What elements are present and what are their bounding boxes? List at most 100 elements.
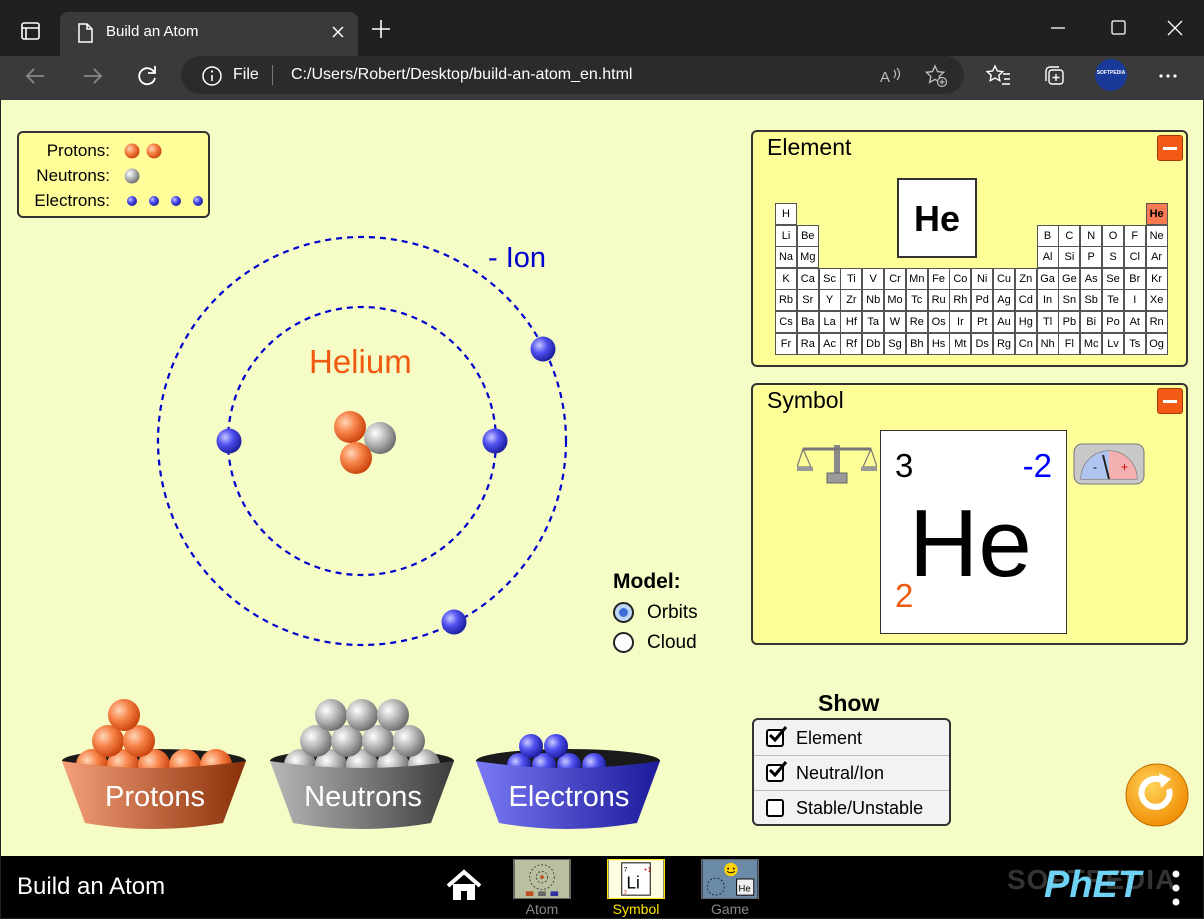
periodic-table-cell[interactable]: Rg <box>993 332 1015 355</box>
periodic-table-cell[interactable]: Ni <box>971 267 994 290</box>
periodic-table-cell[interactable]: K <box>775 267 797 290</box>
periodic-table-cell[interactable]: Pb <box>1058 311 1081 333</box>
periodic-table-cell[interactable]: Os <box>927 311 950 333</box>
periodic-table-cell[interactable]: Mo <box>884 289 906 312</box>
periodic-table-cell[interactable]: Rb <box>775 289 797 312</box>
periodic-table-cell[interactable]: La <box>818 311 841 333</box>
periodic-table-cell[interactable]: Be <box>796 224 819 247</box>
periodic-table-cell[interactable]: Re <box>905 311 928 333</box>
periodic-table-cell[interactable]: Ar <box>1145 246 1168 269</box>
periodic-table-cell[interactable]: Pd <box>971 289 994 312</box>
periodic-table-cell[interactable]: Og <box>1145 332 1168 355</box>
periodic-table-cell[interactable]: Kr <box>1145 267 1168 290</box>
periodic-table-cell[interactable]: Fl <box>1058 332 1081 355</box>
periodic-table-cell[interactable]: Cd <box>1014 289 1037 312</box>
nucleus-proton[interactable] <box>340 442 372 474</box>
periodic-table-cell[interactable]: Fe <box>927 267 950 290</box>
periodic-table-cell[interactable]: Nh <box>1036 332 1059 355</box>
periodic-table-cell[interactable]: In <box>1036 289 1059 312</box>
periodic-table-cell[interactable]: Db <box>862 332 885 355</box>
periodic-table-cell[interactable]: Mc <box>1080 332 1103 355</box>
phet-menu-icon[interactable] <box>1169 868 1183 908</box>
periodic-table-cell[interactable]: Cs <box>775 311 797 333</box>
periodic-table-cell[interactable]: Ag <box>993 289 1015 312</box>
periodic-table-cell[interactable]: Ds <box>971 332 994 355</box>
close-window-icon[interactable] <box>1160 14 1190 42</box>
periodic-table-cell[interactable]: W <box>884 311 906 333</box>
home-icon[interactable] <box>444 868 484 904</box>
radio-indicator[interactable] <box>613 632 634 653</box>
periodic-table-cell[interactable]: Y <box>818 289 841 312</box>
add-favorite-icon[interactable] <box>923 63 949 89</box>
electrons-bucket[interactable] <box>471 695 671 835</box>
periodic-table-cell[interactable]: Ti <box>840 267 863 290</box>
refresh-icon[interactable] <box>133 62 161 90</box>
protons-bucket[interactable] <box>57 695 257 835</box>
periodic-table-cell[interactable]: Cn <box>1014 332 1037 355</box>
periodic-table-cell[interactable]: As <box>1080 267 1103 290</box>
screen-symbol-button[interactable]: 7 +1 Li 3 Symbol <box>606 858 666 917</box>
periodic-table-cell[interactable]: Ge <box>1058 267 1081 290</box>
radio-indicator[interactable] <box>613 602 634 623</box>
close-tab-icon[interactable] <box>328 22 348 42</box>
periodic-table-cell[interactable]: Mn <box>905 267 928 290</box>
tab-actions-icon[interactable] <box>14 17 46 45</box>
profile-avatar[interactable]: SOFTPEDIA <box>1095 59 1127 91</box>
periodic-table-cell[interactable]: S <box>1102 246 1124 269</box>
nucleus-proton[interactable] <box>334 411 366 443</box>
url-text[interactable]: C:/Users/Robert/Desktop/build-an-atom_en… <box>291 66 632 84</box>
periodic-table-cell[interactable]: H <box>775 203 797 225</box>
periodic-table-cell[interactable]: Li <box>775 224 797 247</box>
show-element-checkbox[interactable]: Element <box>754 720 949 754</box>
periodic-table-cell[interactable]: Cl <box>1123 246 1146 269</box>
periodic-table-cell[interactable]: Si <box>1058 246 1081 269</box>
periodic-table-cell[interactable]: N <box>1080 224 1103 247</box>
periodic-table-cell[interactable]: V <box>862 267 885 290</box>
periodic-table-cell[interactable]: Au <box>993 311 1015 333</box>
collapse-element-button[interactable] <box>1157 135 1183 161</box>
read-aloud-icon[interactable]: A <box>878 64 902 88</box>
collapse-symbol-button[interactable] <box>1157 388 1183 414</box>
periodic-table-cell[interactable]: Zr <box>840 289 863 312</box>
periodic-table-cell[interactable]: Co <box>949 267 972 290</box>
electron[interactable] <box>530 336 556 362</box>
periodic-table-cell[interactable]: Se <box>1102 267 1124 290</box>
screen-game-button[interactable]: He Game <box>700 858 760 917</box>
periodic-table-cell[interactable]: Rn <box>1145 311 1168 333</box>
electron[interactable] <box>482 428 508 454</box>
neutrons-bucket[interactable] <box>265 695 465 835</box>
periodic-table-cell[interactable]: Ru <box>927 289 950 312</box>
periodic-table-cell[interactable]: O <box>1102 224 1124 247</box>
periodic-table-cell[interactable]: Cr <box>884 267 906 290</box>
periodic-table-cell[interactable]: Po <box>1102 311 1124 333</box>
periodic-table-cell[interactable]: Ca <box>796 267 819 290</box>
periodic-table-cell[interactable]: Ga <box>1036 267 1059 290</box>
periodic-table-cell[interactable]: Na <box>775 246 797 269</box>
periodic-table-cell[interactable]: Nb <box>862 289 885 312</box>
periodic-table-cell[interactable]: Hs <box>927 332 950 355</box>
periodic-table-cell[interactable]: Hg <box>1014 311 1037 333</box>
periodic-table-cell[interactable]: Bi <box>1080 311 1103 333</box>
periodic-table-cell[interactable]: Cu <box>993 267 1015 290</box>
screen-atom-button[interactable]: Atom <box>512 858 572 917</box>
more-menu-icon[interactable] <box>1154 62 1182 90</box>
model-orbits-radio[interactable]: Orbits <box>613 600 723 626</box>
show-stable-unstable-checkbox[interactable]: Stable/Unstable <box>754 790 949 824</box>
periodic-table-cell[interactable]: Ne <box>1145 224 1168 247</box>
phet-logo[interactable]: PhET <box>1044 864 1141 907</box>
periodic-table-cell[interactable]: Ts <box>1123 332 1146 355</box>
back-icon[interactable] <box>22 62 50 90</box>
periodic-table-cell[interactable]: Zn <box>1014 267 1037 290</box>
browser-tab[interactable]: Build an Atom <box>60 12 358 56</box>
periodic-table-cell[interactable]: Rh <box>949 289 972 312</box>
periodic-table-cell[interactable]: Sc <box>818 267 841 290</box>
periodic-table-cell[interactable]: Sn <box>1058 289 1081 312</box>
periodic-table-cell[interactable]: Sb <box>1080 289 1103 312</box>
periodic-table-cell[interactable]: Lv <box>1102 332 1124 355</box>
periodic-table-cell[interactable]: At <box>1123 311 1146 333</box>
periodic-table-cell[interactable]: Te <box>1102 289 1124 312</box>
electron[interactable] <box>441 609 467 635</box>
new-tab-icon[interactable] <box>368 16 394 42</box>
periodic-table-cell[interactable]: Ra <box>796 332 819 355</box>
periodic-table-cell[interactable]: Xe <box>1145 289 1168 312</box>
